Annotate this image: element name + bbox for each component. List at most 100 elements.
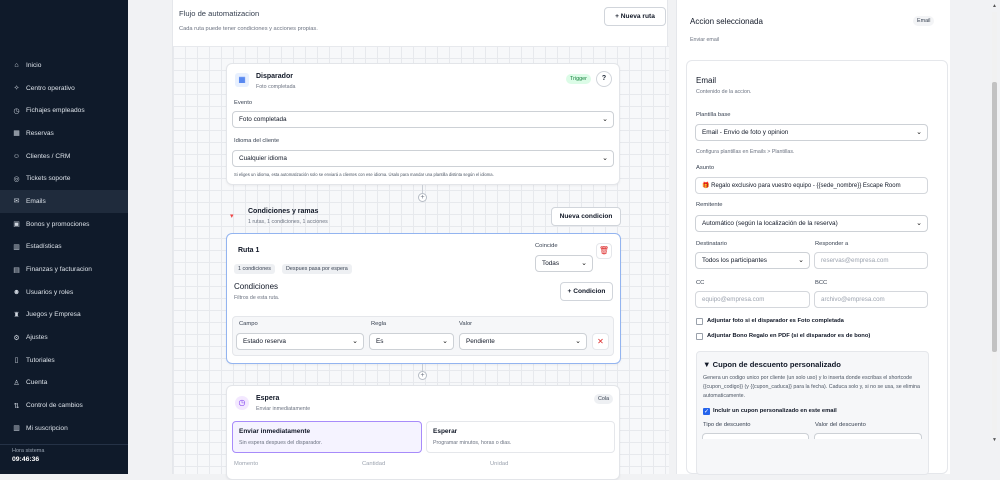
rule-select[interactable]: Es ⌄ xyxy=(369,333,454,350)
event-value: Foto completada xyxy=(239,116,287,123)
field-label: Campo xyxy=(239,321,258,327)
account-icon: ♙ xyxy=(13,379,20,387)
condition-row: Campo Regla Valor Estado reserva ⌄ Es ⌄ Pe… xyxy=(232,316,614,356)
add-condition-button[interactable]: + Condicion xyxy=(560,282,613,301)
recipient-select[interactable]: Todos los participantes ⌄ xyxy=(695,252,810,269)
language-select[interactable]: Cualquier idioma ⌄ xyxy=(232,150,614,167)
system-time: 09:46:36 xyxy=(12,456,40,463)
filter-icon: ▾ xyxy=(230,213,234,220)
users-icon: ☺ xyxy=(12,152,21,160)
subject-input[interactable]: 🎁 Regalo exclusivo para vuestro equipo -… xyxy=(695,177,928,194)
value-select[interactable]: Pendiente ⌄ xyxy=(459,333,587,350)
discount-type-label: Tipo de descuento xyxy=(703,422,751,428)
match-value: Todas xyxy=(542,260,560,267)
trigger-card[interactable]: ▦ Disparador Foto completada Trigger ? E… xyxy=(226,63,620,185)
sidebar-item-label: Finanzas y facturacion xyxy=(26,266,92,274)
template-select[interactable]: Email - Envio de foto y opinion ⌄ xyxy=(695,124,928,141)
sidebar-item[interactable]: ⚙ Ajustes xyxy=(0,326,128,349)
bcc-label: BCC xyxy=(815,280,828,286)
coupon-title[interactable]: ▼ Cupon de descuento personalizado xyxy=(703,360,841,369)
value-value: Pendiente xyxy=(466,338,495,345)
close-icon[interactable]: ✕ xyxy=(592,333,609,350)
scrollbar-thumb[interactable] xyxy=(992,82,997,352)
include-coupon-checkbox[interactable]: ✓ xyxy=(703,408,710,415)
route-card[interactable]: Ruta 1 1 condiciones Despues pasa por es… xyxy=(226,233,621,364)
panel-title: Accion seleccionada xyxy=(690,17,763,26)
sidebar-item[interactable]: ▣ Bonos y promociones xyxy=(0,213,128,236)
unit-label: Unidad xyxy=(490,461,509,467)
sidebar-item[interactable]: ◎ Tickets soporte xyxy=(0,167,128,190)
bcc-input[interactable]: archivo@empresa.com xyxy=(814,291,928,308)
subscription-icon: ▥ xyxy=(13,425,20,433)
sidebar-item[interactable]: ▦ Reservas xyxy=(0,122,128,145)
template-value: Email - Envio de foto y opinion xyxy=(702,129,789,136)
sidebar-item-label: Reservas xyxy=(26,129,54,137)
sidebar-item-label: Centro operativo xyxy=(26,84,75,92)
discount-type-select[interactable] xyxy=(702,433,809,439)
match-select[interactable]: Todas ⌄ xyxy=(535,255,593,272)
reply-label: Responder a xyxy=(815,241,849,247)
scroll-down-icon[interactable]: ▼ xyxy=(992,437,997,443)
coupon-description: Genera un codigo unico por cliente (un s… xyxy=(703,375,920,399)
new-condition-button[interactable]: Nueva condicion xyxy=(551,207,621,226)
sidebar-item[interactable]: ☺ Clientes / CRM xyxy=(0,145,128,168)
attach-bono-checkbox[interactable] xyxy=(696,333,703,340)
sidebar-item[interactable]: ☻ Usuarios y roles xyxy=(0,281,128,304)
attach-photo-checkbox[interactable] xyxy=(696,318,703,325)
coupon-section: ▼ Cupon de descuento personalizado Gener… xyxy=(696,351,929,475)
rule-value: Es xyxy=(376,338,384,345)
sparkle-icon: ✧ xyxy=(13,85,20,93)
trigger-title: Disparador xyxy=(256,73,293,80)
route-conditions-subtitle: Filtros de esta ruta. xyxy=(234,295,280,301)
sidebar-item[interactable]: ▤ Finanzas y facturacion xyxy=(0,258,128,281)
system-clock: Hora sistema 09:46:36 xyxy=(12,448,44,463)
support-icon: ◎ xyxy=(13,175,20,183)
option-delay-title: Esperar xyxy=(433,428,458,435)
flow-panel: Flujo de automatizacion Cada ruta puede … xyxy=(172,0,669,480)
sidebar-item[interactable]: ⌂ Inicio xyxy=(0,54,128,77)
sender-select[interactable]: Automático (según la localización de la … xyxy=(695,215,928,232)
sidebar-nav: ⌂ Inicio ✧ Centro operativo ◷ Fichajes emplea… xyxy=(0,54,128,440)
event-select[interactable]: Foto completada ⌄ xyxy=(232,111,614,128)
sidebar-item[interactable]: ✉ Emails xyxy=(0,190,128,213)
connector xyxy=(422,185,423,193)
sidebar-item[interactable]: ▥ Mi suscripcion xyxy=(0,417,128,440)
sidebar-divider xyxy=(0,444,128,445)
wait-option-immediate[interactable]: Enviar inmediatamente Sin espera despues… xyxy=(232,421,422,453)
sidebar-item[interactable]: ⇅ Control de cambios xyxy=(0,394,128,417)
sidebar-item[interactable]: ▥ Estadísticas xyxy=(0,236,128,259)
attach-photo-label: Adjuntar foto si el disparador es Foto c… xyxy=(707,318,844,324)
field-select[interactable]: Estado reserva ⌄ xyxy=(236,333,364,350)
sidebar-item[interactable]: ♙ Cuenta xyxy=(0,372,128,395)
flow-title: Flujo de automatizacion xyxy=(179,9,260,18)
flow-subtitle: Cada ruta puede tener condiciones y acci… xyxy=(179,26,318,32)
rule-label: Regla xyxy=(371,321,387,327)
subject-label: Asunto xyxy=(696,165,715,171)
panel-scrollbar[interactable]: ▲ ▼ xyxy=(992,3,997,443)
route-chip-conditions: 1 condiciones xyxy=(234,264,275,274)
sidebar-item-label: Tutoriales xyxy=(26,356,55,364)
moment-label: Momento xyxy=(234,461,259,467)
wait-card[interactable]: ◷ Espera Enviar inmediatamente Cola Envi… xyxy=(226,385,620,480)
sidebar-item[interactable]: ▯ Tutoriales xyxy=(0,349,128,372)
reply-input[interactable]: reservas@empresa.com xyxy=(814,252,928,269)
sidebar-item[interactable]: ◷ Fichajes empleados xyxy=(0,99,128,122)
match-label: Coincide xyxy=(535,243,558,249)
help-button[interactable]: ? xyxy=(596,71,612,87)
calendar-icon: ▦ xyxy=(13,130,20,138)
add-step-icon[interactable]: + xyxy=(418,371,427,380)
discount-value-input[interactable] xyxy=(814,433,922,439)
cc-input[interactable]: equipo@empresa.com xyxy=(695,291,810,308)
trash-icon[interactable]: 🗑 xyxy=(596,243,612,259)
system-time-label: Hora sistema xyxy=(12,448,45,454)
new-route-button[interactable]: + Nueva ruta xyxy=(604,7,666,26)
add-step-icon[interactable]: + xyxy=(418,193,427,202)
sidebar-item[interactable]: ♜ Juegos y Empresa xyxy=(0,304,128,327)
bar-chart-icon: ▥ xyxy=(13,243,20,251)
scroll-up-icon[interactable]: ▲ xyxy=(992,3,997,9)
chevron-down-icon: ⌄ xyxy=(916,220,922,227)
sidebar-item-label: Fichajes empleados xyxy=(26,107,85,115)
wait-option-delay[interactable]: Esperar Programar minutos, horas o dias. xyxy=(426,421,615,453)
cc-label: CC xyxy=(696,280,705,286)
sidebar-item[interactable]: ✧ Centro operativo xyxy=(0,77,128,100)
